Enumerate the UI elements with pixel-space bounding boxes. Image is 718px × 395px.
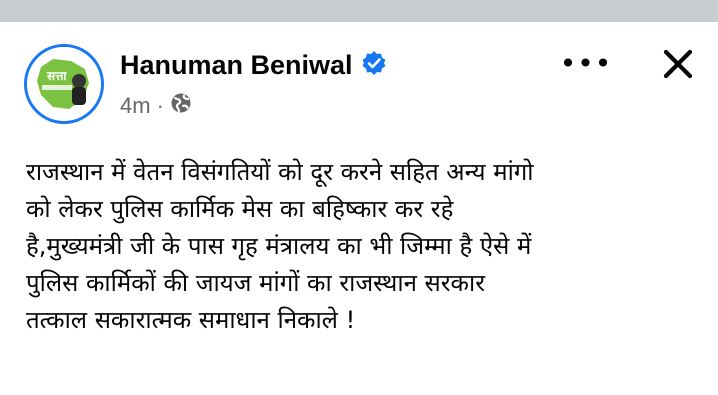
top-divider-strip [0, 0, 718, 22]
avatar[interactable]: सत्ता [24, 44, 104, 124]
post-text-line: तत्काल सकारात्मक समाधान निकाले ! [26, 306, 356, 334]
more-options-icon: ••• [559, 46, 613, 80]
verified-badge-icon [361, 50, 387, 80]
author-row: Hanuman Beniwal [120, 48, 387, 82]
post-meta: 4m · [120, 92, 192, 120]
post-time[interactable]: 4m [120, 93, 151, 119]
post-text-line: को लेकर पुलिस कार्मिक मेस का बहिष्कार कर… [26, 195, 454, 223]
meta-separator: · [156, 93, 164, 118]
post-body: राजस्थान में वेतन विसंगतियों को दूर करने… [26, 154, 706, 339]
close-icon [663, 49, 693, 79]
more-options-button[interactable]: ••• [560, 47, 612, 80]
close-button[interactable] [654, 42, 702, 86]
globe-icon[interactable] [170, 92, 192, 120]
avatar-image: सत्ता [27, 47, 101, 121]
post-card: सत्ता Hanuman Beniwal 4m · ••• राजस्थान … [0, 22, 718, 395]
author-name[interactable]: Hanuman Beniwal [120, 50, 353, 81]
avatar-logo-text: सत्ता [46, 69, 67, 83]
post-text-line: राजस्थान में वेतन विसंगतियों को दूर करने… [26, 158, 534, 186]
post-text-line: पुलिस कार्मिकों की जायज मांगों का राजस्थ… [26, 269, 486, 297]
post-text-line: है,मुख्यमंत्री जी के पास गृह मंत्रालय का… [26, 232, 532, 260]
